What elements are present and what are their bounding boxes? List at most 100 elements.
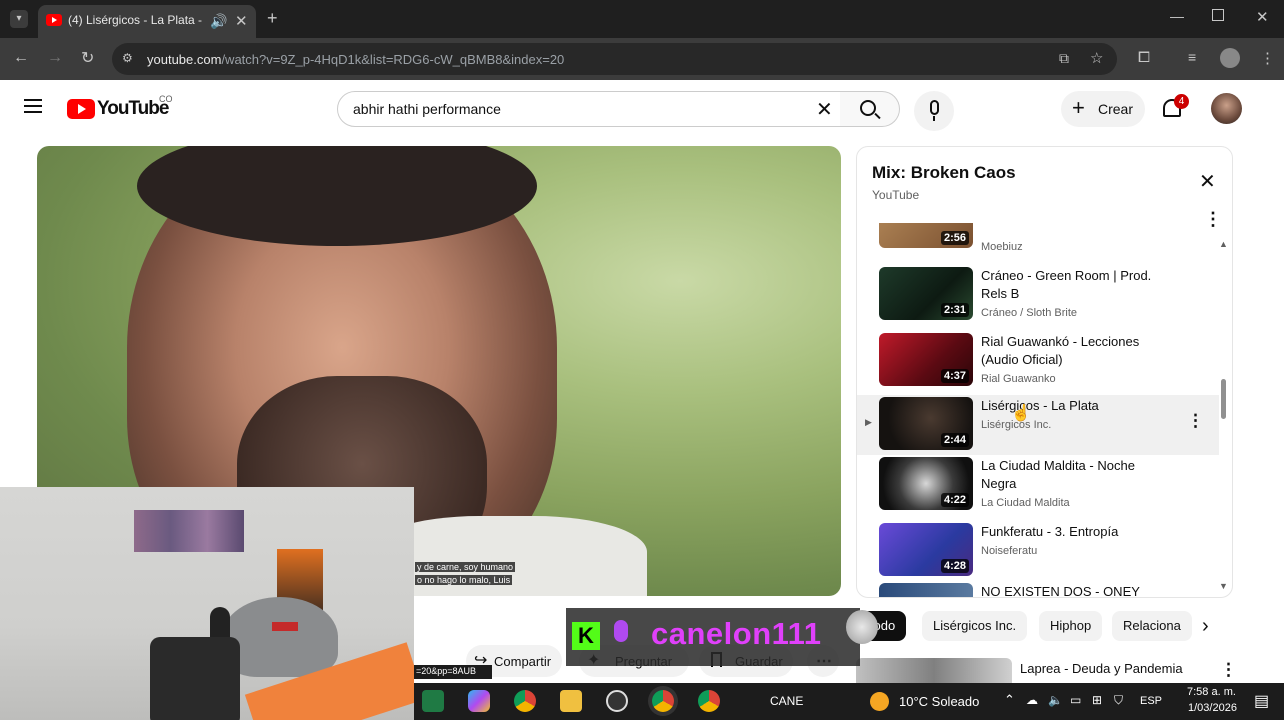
forward-icon[interactable]: → — [47, 49, 63, 67]
url-path: /watch?v=9Z_p-4HqD1k&list=RDG6-cW_qBMB8&… — [221, 52, 565, 67]
scroll-up-icon[interactable]: ▲ — [1219, 239, 1228, 249]
create-button[interactable]: + Crear — [1061, 91, 1145, 127]
address-bar[interactable]: ⚙ youtube.com/watch?v=9Z_p-4HqD1k&list=R… — [112, 43, 1117, 75]
youtube-logo[interactable]: YouTube CO — [67, 94, 177, 120]
chair — [150, 637, 240, 720]
back-icon[interactable]: ← — [13, 49, 29, 67]
chrome-icon[interactable] — [514, 690, 536, 712]
playlist-thumbnail — [879, 583, 973, 597]
taskbar-app-label[interactable]: CANE — [770, 694, 803, 708]
obs-icon[interactable] — [606, 690, 628, 712]
copilot-icon[interactable] — [468, 690, 490, 712]
streamer-name: canelon111 — [651, 616, 822, 651]
playlist-thumbnail: 2:44 — [879, 397, 973, 450]
recommended-menu-icon[interactable]: ⋮ — [1220, 660, 1237, 680]
playlist-item-title: Funkferatu - 3. Entropía — [981, 524, 1119, 539]
playlist-item[interactable]: NO EXISTEN DOS - ONEY — [857, 581, 1219, 597]
browser-tab-active[interactable]: (4) Lisérgicos - La Plata - Yo 🔊 ✕ — [38, 5, 256, 38]
playlist-item[interactable]: 4:37 Rial Guawankó - Lecciones (Audio Of… — [857, 331, 1219, 391]
search-input[interactable]: abhir hathi performance ✕ — [337, 91, 841, 127]
pet-avatar-icon — [846, 610, 878, 644]
youtube-favicon-icon — [46, 14, 62, 26]
notification-center-icon[interactable]: ▤ — [1254, 691, 1269, 711]
playlist-item-partial[interactable]: 2:56 Moebiuz — [857, 223, 1219, 251]
close-playlist-icon[interactable]: ✕ — [1199, 169, 1216, 194]
volume-icon[interactable]: 🔈 — [1048, 693, 1063, 707]
chrome-menu-icon[interactable]: ⋮ — [1260, 49, 1275, 67]
playlist-scrollbar[interactable] — [1221, 379, 1226, 419]
tab-title: (4) Lisérgicos - La Plata - Yo — [68, 13, 203, 27]
tray-cloud-icon[interactable]: ☁ — [1026, 693, 1038, 707]
windows-taskbar: CANE 10°C Soleado ⌃ ☁ 🔈 ▭ ⊞ ⛉ ESP 7:58 a… — [414, 683, 1284, 720]
restore-icon[interactable] — [1212, 9, 1224, 21]
window-close-icon[interactable]: ✕ — [1256, 8, 1269, 26]
create-label: Crear — [1098, 101, 1134, 117]
kick-logo-icon: K — [572, 622, 600, 650]
chip-related[interactable]: Relaciona — [1112, 611, 1192, 641]
duration-badge: 4:22 — [940, 493, 969, 507]
weather-icon[interactable] — [870, 692, 889, 711]
extensions-icon[interactable]: ⧠ — [1138, 49, 1150, 66]
playlist-item-channel: Cráneo / Sloth Brite — [981, 307, 1077, 319]
recording-strip: =20&pp=8AUB — [414, 665, 492, 679]
search-value: abhir hathi performance — [353, 101, 501, 117]
playlist-thumbnail: 4:28 — [879, 523, 973, 576]
youtube-header: YouTube CO abhir hathi performance ✕ + C… — [0, 80, 1284, 136]
recommended-item[interactable]: Laprea - Deuda y Pandemia ⋮ — [856, 658, 1284, 684]
playlist-item-title: La Ciudad Maldita - Noche Negra — [981, 458, 1135, 491]
tab-audio-icon[interactable]: 🔊 — [210, 13, 227, 30]
network-icon[interactable]: ▭ — [1070, 693, 1081, 707]
clear-search-icon[interactable]: ✕ — [816, 97, 833, 122]
media-control-icon[interactable]: ≡ — [1188, 49, 1196, 65]
playlist-item-current[interactable]: ▶ 2:44 Lisérgicos - La Plata Lisérgicos … — [857, 395, 1219, 455]
playlist-item[interactable]: 2:31 Cráneo - Green Room | Prod. Rels B … — [857, 265, 1219, 325]
mouse-cursor-icon: ☝ — [1011, 405, 1031, 422]
voice-search-button[interactable] — [914, 91, 954, 131]
notifications-button[interactable]: 4 — [1160, 94, 1189, 122]
language-indicator[interactable]: ESP — [1140, 695, 1162, 707]
excel-icon[interactable] — [422, 690, 444, 712]
clock-time[interactable]: 7:58 a. m. — [1187, 686, 1236, 698]
chrome-profile-icon[interactable] — [698, 690, 720, 712]
minimize-icon[interactable]: — — [1170, 8, 1184, 24]
weather-text[interactable]: 10°C Soleado — [899, 694, 979, 709]
hamburger-menu-icon[interactable] — [24, 99, 42, 113]
chip-lisergicos[interactable]: Lisérgicos Inc. — [922, 611, 1028, 641]
install-app-icon[interactable]: ⧉ — [1059, 50, 1069, 67]
playlist-item-title: Cráneo - Green Room | Prod. Rels B — [981, 268, 1152, 301]
file-explorer-icon[interactable] — [560, 690, 582, 712]
duration-badge: 2:56 — [940, 231, 969, 245]
account-avatar[interactable] — [1211, 93, 1242, 124]
chrome-active-icon[interactable] — [652, 690, 674, 712]
new-tab-icon[interactable]: + — [267, 8, 278, 29]
playlist-subtitle: YouTube — [872, 188, 920, 202]
playlist-item[interactable]: 4:28 Funkferatu - 3. Entropía Noiseferat… — [857, 521, 1219, 581]
tab-close-icon[interactable]: ✕ — [235, 12, 248, 30]
tray-chevron-icon[interactable]: ⌃ — [1004, 692, 1015, 708]
chips-next-icon[interactable]: › — [1202, 615, 1209, 638]
scroll-down-icon[interactable]: ▼ — [1219, 581, 1228, 591]
item-menu-icon[interactable]: ⋮ — [1187, 411, 1204, 431]
microphone-emblem-icon — [614, 620, 628, 642]
filter-chips: Todo Lisérgicos Inc. Hiphop Relaciona › — [856, 609, 1284, 645]
playlist-item[interactable]: 4:22 La Ciudad Maldita - Noche Negra La … — [857, 455, 1219, 515]
recommended-thumbnail — [856, 658, 1012, 684]
notification-badge: 4 — [1174, 94, 1189, 109]
playlist-thumbnail: 2:56 — [879, 223, 973, 248]
playlist-item-title: Rial Guawankó - Lecciones (Audio Oficial… — [981, 334, 1140, 367]
stream-name-overlay: K canelon111 — [566, 608, 878, 666]
bookmark-star-icon[interactable]: ☆ — [1090, 49, 1103, 67]
tray-app-icon[interactable]: ⊞ — [1092, 693, 1102, 707]
playlist-title: Mix: Broken Caos — [872, 163, 1016, 182]
profile-icon[interactable] — [1220, 48, 1240, 68]
tab-search-icon[interactable]: ▾ — [10, 10, 28, 28]
reload-icon[interactable]: ↻ — [81, 48, 94, 68]
chip-hiphop[interactable]: Hiphop — [1039, 611, 1103, 641]
site-info-icon[interactable]: ⚙ — [122, 51, 133, 65]
now-playing-icon: ▶ — [865, 417, 872, 427]
clock-date[interactable]: 1/03/2026 — [1188, 702, 1237, 714]
search-button[interactable] — [840, 91, 900, 127]
playlist-panel: Mix: Broken Caos YouTube ✕ ⋮ ▲ ▼ 2:56 Mo… — [856, 146, 1233, 598]
duration-badge: 2:31 — [940, 303, 969, 317]
shield-icon[interactable]: ⛉ — [1114, 693, 1123, 708]
